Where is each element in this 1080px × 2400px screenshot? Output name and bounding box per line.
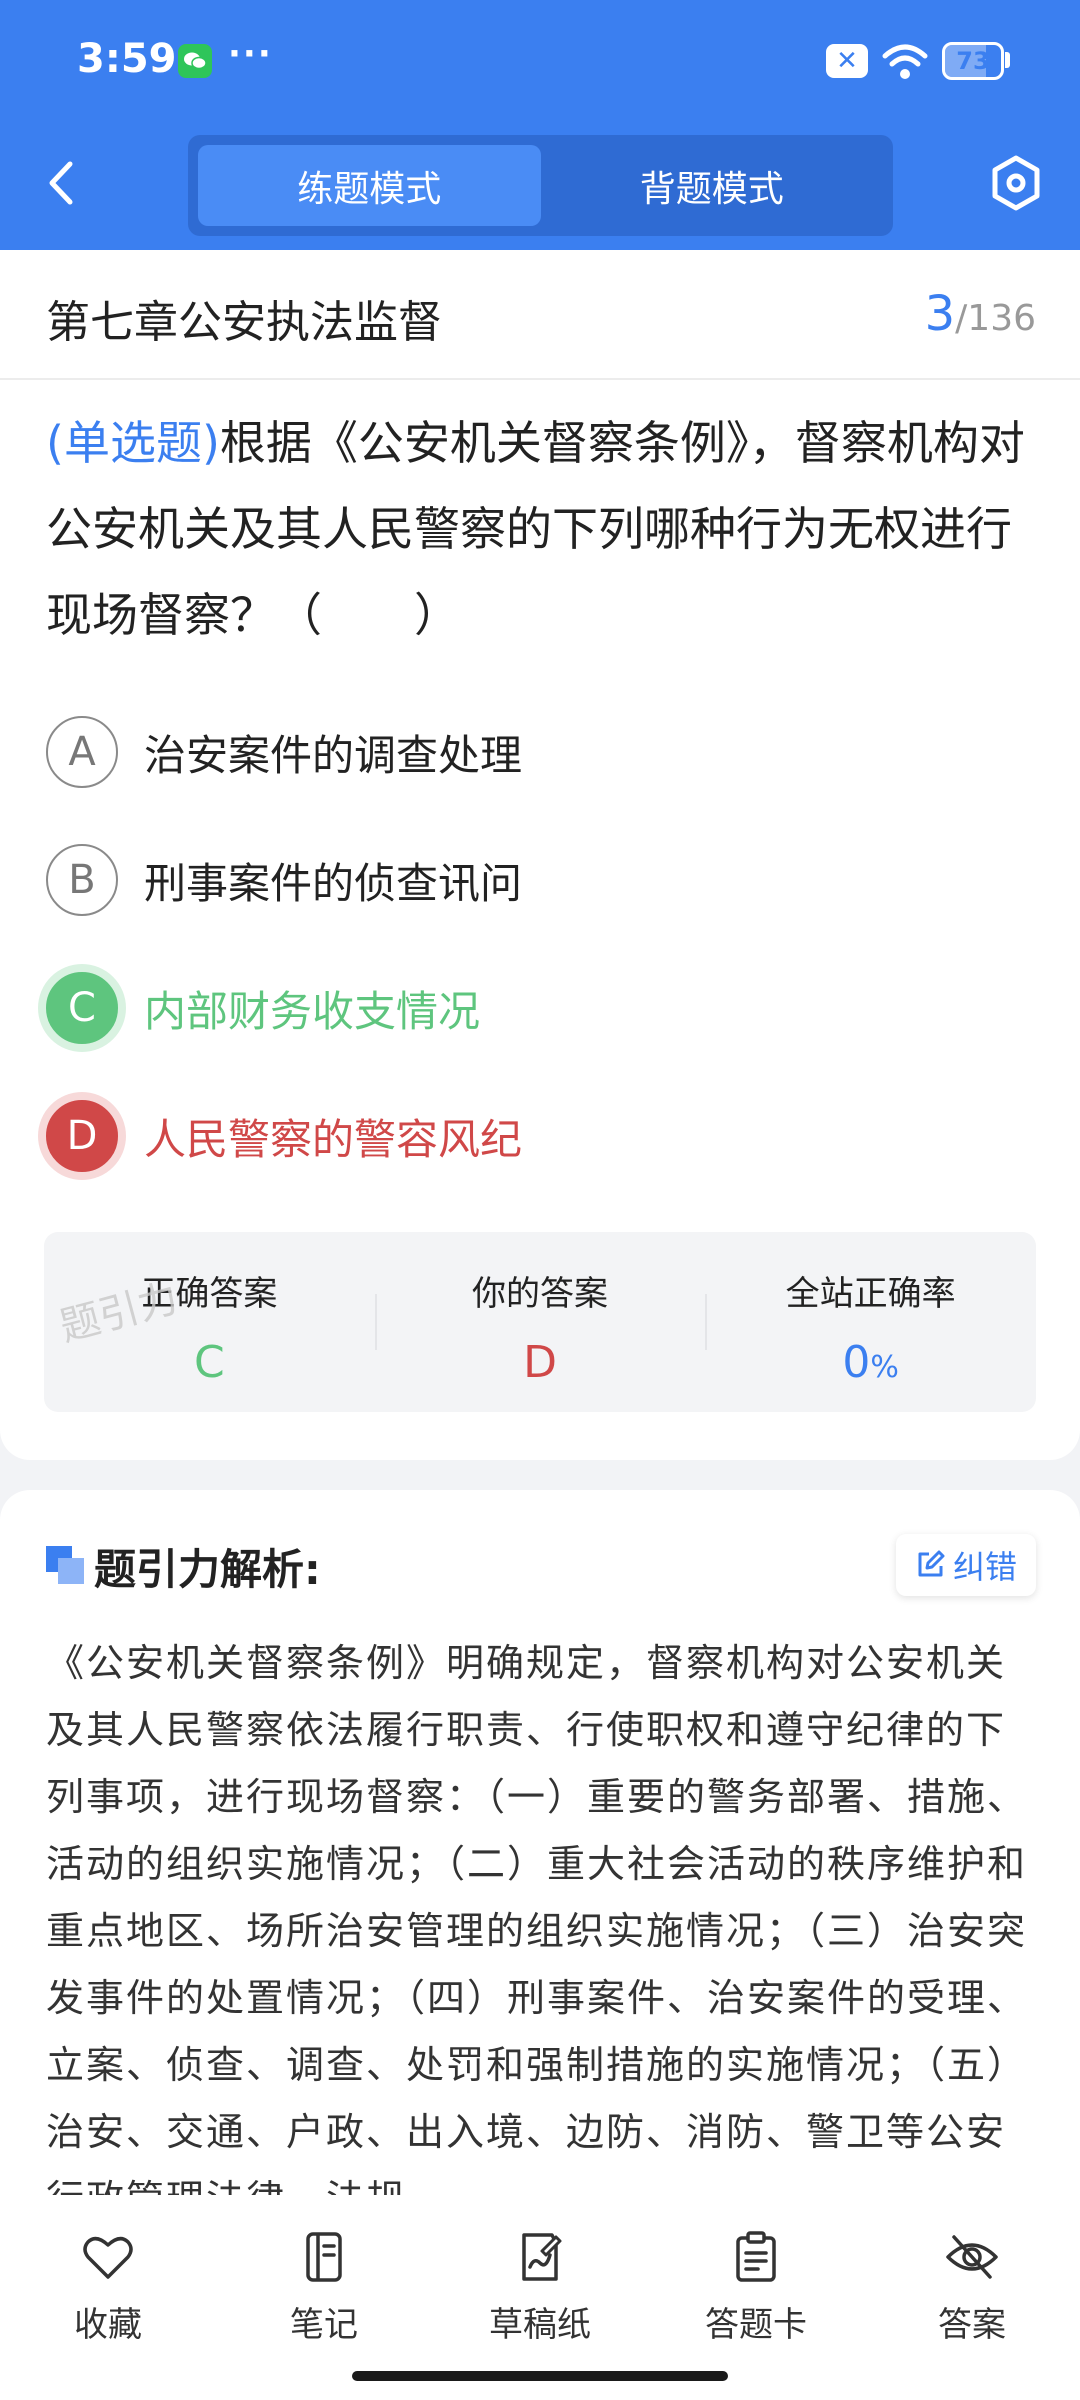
option-text: 治安案件的调查处理 [144,730,523,780]
nav-notes-label: 笔记 [290,2305,358,2345]
option-letter: B [46,844,118,916]
notebook-icon [306,2232,342,2282]
analysis-icon [46,1546,84,1584]
status-time: 3:59 [77,36,177,82]
edit-icon [918,1550,945,1577]
app-header: 3:59 ··· ✕ 73 练题模式 背题模式 [0,0,1080,250]
option-letter: A [46,716,118,788]
nav-answer-sheet-label: 答题卡 [705,2305,807,2345]
question-type: (单选题) [46,416,220,470]
answer-summary: 正确答案 C 你的答案 D 全站正确率 0% [44,1232,1036,1412]
nav-favorite-label: 收藏 [74,2305,142,2345]
question-progress[interactable]: 3/136 [925,286,1036,342]
more-notifications-icon: ··· [228,34,273,74]
analysis-title: 题引力解析: [94,1545,321,1594]
site-accuracy-unit: % [870,1350,899,1385]
site-accuracy-value: 0% [705,1337,1036,1388]
mode-switch: 练题模式 背题模式 [188,135,893,236]
tab-practice-mode[interactable]: 练题模式 [198,145,541,226]
your-answer-label: 你的答案 [472,1274,608,1314]
battery-level: 73 [956,47,990,75]
draft-icon [522,2233,562,2281]
analysis-text: 《公安机关督察条例》明确规定，督察机构对公安机关及其人民警察依法履行职责、行使职… [46,1641,1028,2195]
total-questions: /136 [955,298,1036,339]
option-a[interactable]: A 治安案件的调查处理 [46,712,1036,792]
option-text: 人民警察的警容风纪 [144,1114,523,1164]
battery-icon: 73 [942,42,1004,80]
option-d[interactable]: D 人民警察的警容风纪 [46,1096,1036,1176]
analysis-card: 题引力解析: 纠错 《公安机关督察条例》明确规定，督察机构对公安机关及其人民警察… [0,1490,1080,2210]
chapter-row: 第七章公安执法监督 3/136 [0,250,1080,380]
battery-tip [1005,52,1010,68]
report-error-label: 纠错 [952,1548,1017,1586]
heart-icon [83,2236,133,2279]
back-arrow-icon[interactable] [42,158,82,208]
report-error-button[interactable]: 纠错 [896,1534,1036,1596]
home-indicator[interactable] [352,2371,728,2381]
settings-icon[interactable] [991,155,1041,211]
wechat-icon [178,44,212,78]
option-c[interactable]: C 内部财务收支情况 [46,968,1036,1048]
nav-draft-label: 草稿纸 [489,2305,591,2345]
wifi-icon [882,44,928,79]
nav-favorite[interactable]: 收藏 [0,2205,216,2400]
nav-answer[interactable]: 答案 [864,2205,1080,2400]
tab-memorize-mode[interactable]: 背题模式 [541,145,884,226]
site-accuracy-block: 全站正确率 0% [705,1232,1036,1412]
option-letter: C [46,972,118,1044]
chapter-title: 第七章公安执法监督 [46,297,442,348]
option-b[interactable]: B 刑事案件的侦查讯问 [46,840,1036,920]
question-card: 第七章公安执法监督 3/136 (单选题)根据《公安机关督察条例》，督察机构对公… [0,250,1080,1460]
question-stem: (单选题)根据《公安机关督察条例》，督察机构对公安机关及其人民警察的下列哪种行为… [46,400,1036,658]
clipboard-icon [736,2231,776,2282]
nav-answer-label: 答案 [938,2305,1006,2345]
site-accuracy-number: 0 [842,1337,871,1388]
eye-off-icon [946,2235,998,2279]
option-text: 内部财务收支情况 [144,986,481,1036]
status-bar: 3:59 ··· ✕ 73 [0,30,1080,94]
your-answer-block: 你的答案 D [374,1232,706,1412]
no-sim-icon: ✕ [826,44,868,78]
option-letter: D [46,1100,118,1172]
your-answer-value: D [523,1337,557,1388]
option-text: 刑事案件的侦查讯问 [144,858,523,908]
site-accuracy-label: 全站正确率 [785,1274,956,1314]
current-question-number: 3 [924,286,956,342]
